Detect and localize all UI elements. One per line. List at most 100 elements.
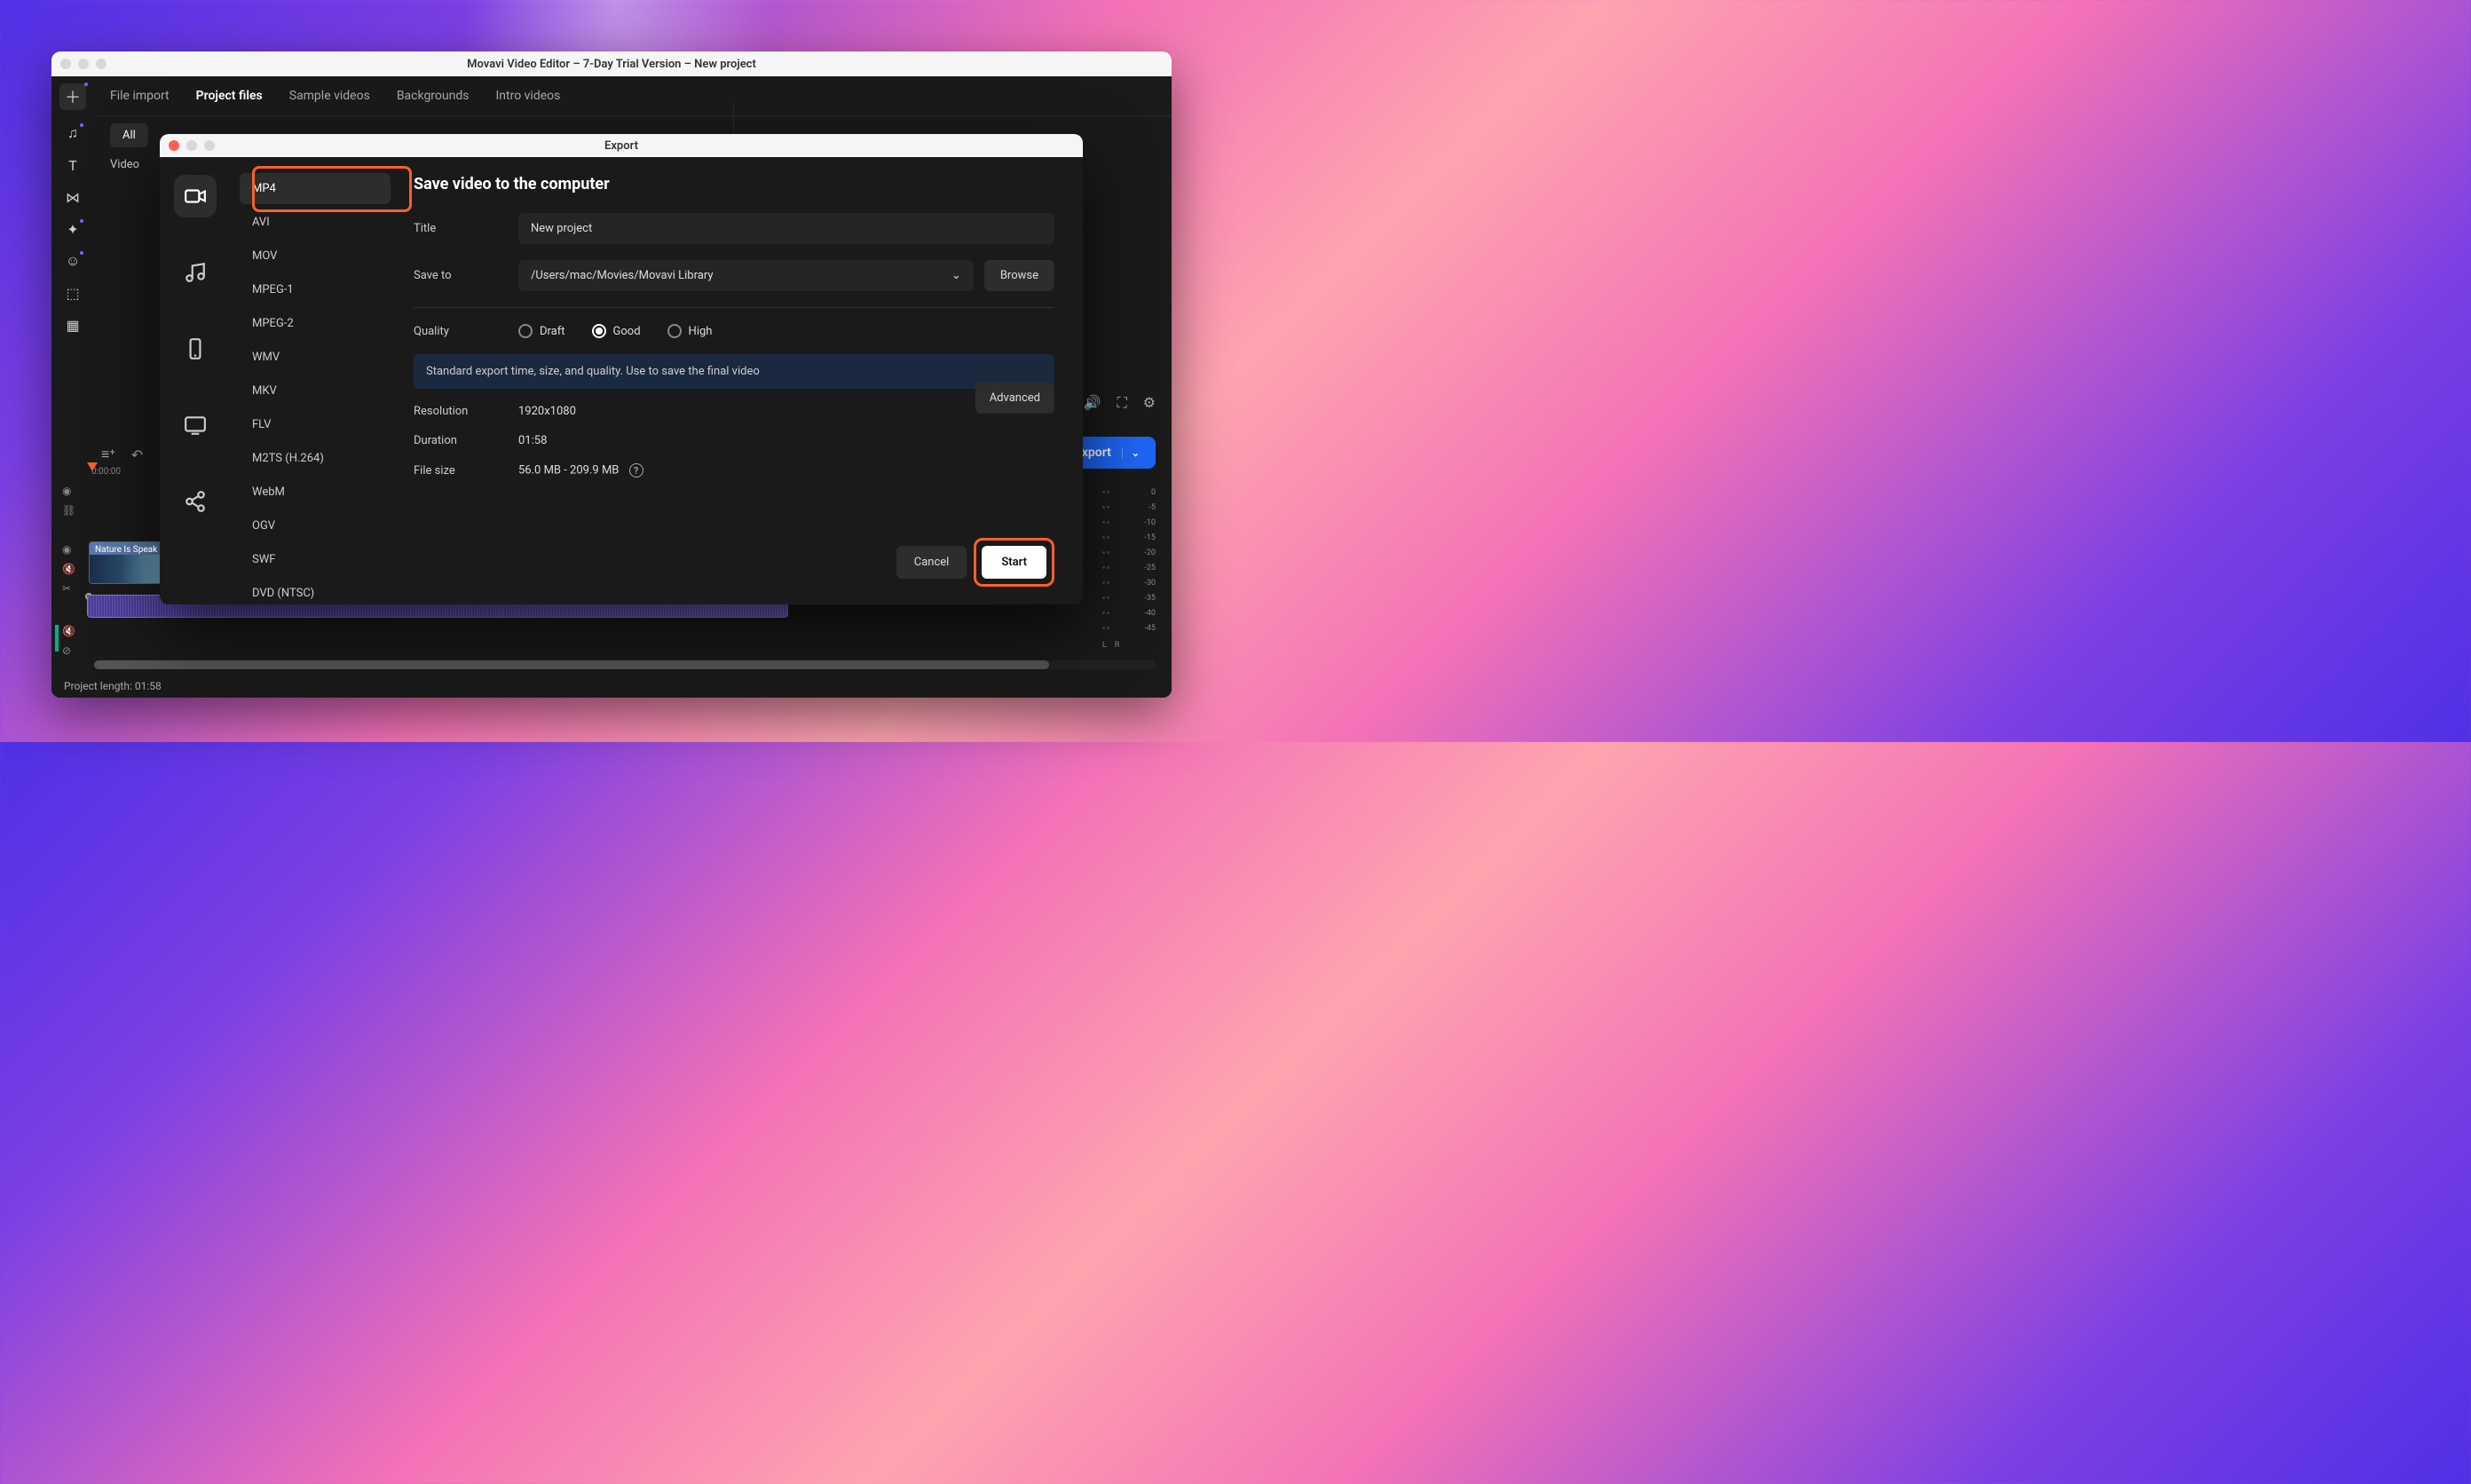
minimize-dot[interactable] — [78, 59, 89, 69]
video-clip[interactable]: Nature Is Speak — [89, 541, 169, 584]
saveto-value: /Users/mac/Movies/Movavi Library — [531, 269, 714, 282]
filesize-label: File size — [414, 464, 518, 478]
format-swf[interactable]: SWF — [240, 544, 391, 575]
link-icon[interactable]: ⛓ — [62, 504, 75, 517]
quality-info: Standard export time, size, and quality.… — [414, 354, 1054, 389]
status-bar: Project length: 01:58 — [51, 675, 1172, 698]
gear-icon[interactable]: ⚙ — [1143, 394, 1156, 412]
format-list: MP4 AVI MOV MPEG-1 MPEG-2 WMV MKV FLV M2… — [231, 157, 399, 604]
format-dvd-ntsc[interactable]: DVD (NTSC) — [240, 578, 391, 604]
export-dialog: Export MP4 AVI MOV MPEG-1 MPEG-2 — [160, 134, 1083, 604]
export-titlebar: Export — [160, 134, 1083, 157]
export-categories — [160, 157, 231, 604]
preview-controls: 🔊 ⛶ ⚙ — [1084, 394, 1156, 412]
track-controls-1: ◉ ⛓ — [62, 485, 75, 517]
fullscreen-icon[interactable]: ⛶ — [1117, 394, 1126, 412]
track-controls-3: 🔇 ⊘ — [62, 625, 75, 657]
quality-label: Quality — [414, 325, 518, 338]
quality-high-radio[interactable]: High — [667, 324, 713, 338]
scrollbar-thumb[interactable] — [94, 660, 1049, 669]
close-dot[interactable] — [60, 59, 71, 69]
format-avi[interactable]: AVI — [240, 207, 391, 238]
quality-draft-label: Draft — [540, 325, 565, 338]
title-label: Title — [414, 222, 518, 235]
duration-value: 01:58 — [518, 434, 547, 447]
resolution-label: Resolution — [414, 405, 518, 418]
crop-icon[interactable]: ✂ — [62, 582, 75, 595]
category-video-icon[interactable] — [174, 175, 217, 217]
saveto-label: Save to — [414, 269, 518, 282]
minimize-dot[interactable] — [186, 140, 197, 151]
download-icon[interactable]: ⬚ — [64, 284, 82, 302]
format-mpeg-1[interactable]: MPEG-1 — [240, 274, 391, 305]
browse-button[interactable]: Browse — [984, 260, 1054, 291]
tab-sample-videos[interactable]: Sample videos — [289, 89, 370, 103]
category-share-icon[interactable] — [174, 480, 217, 523]
timeline-scrollbar[interactable] — [94, 660, 1156, 669]
hide-icon[interactable]: ⊘ — [62, 644, 75, 657]
format-mkv[interactable]: MKV — [240, 375, 391, 407]
info-icon[interactable]: ? — [629, 463, 643, 478]
format-wmv[interactable]: WMV — [240, 342, 391, 373]
format-m2ts[interactable]: M2TS (H.264) — [240, 443, 391, 474]
tab-backgrounds[interactable]: Backgrounds — [397, 89, 470, 103]
format-ogv[interactable]: OGV — [240, 510, 391, 541]
export-settings: Save video to the computer Title Save to… — [399, 157, 1083, 604]
mute-icon[interactable]: 🔇 — [62, 625, 75, 637]
title-input[interactable] — [518, 213, 1054, 244]
format-mpeg-2[interactable]: MPEG-2 — [240, 308, 391, 339]
tab-file-import[interactable]: File import — [110, 89, 170, 103]
clip-title: Nature Is Speak — [95, 545, 157, 555]
quality-good-radio[interactable]: Good — [592, 324, 641, 338]
format-webm[interactable]: WebM — [240, 477, 391, 508]
category-tv-icon[interactable] — [174, 404, 217, 446]
eye-icon[interactable]: ◉ — [62, 543, 75, 556]
sticker-icon[interactable]: ☺ — [64, 252, 82, 270]
cancel-button[interactable]: Cancel — [896, 546, 967, 579]
transition-icon[interactable]: ⋈ — [64, 188, 82, 206]
quality-good-label: Good — [613, 325, 641, 338]
more-icon[interactable]: ▦ — [64, 316, 82, 334]
separator — [414, 307, 1054, 308]
export-heading: Save video to the computer — [414, 175, 1054, 193]
chevron-down-icon[interactable]: ⌄ — [1122, 447, 1140, 459]
volume-icon[interactable]: 🔊 — [1084, 394, 1101, 412]
zoom-dot[interactable] — [96, 59, 107, 69]
tab-project-files[interactable]: Project files — [196, 89, 263, 103]
zoom-dot[interactable] — [204, 140, 215, 151]
app-title: Movavi Video Editor – 7-Day Trial Versio… — [467, 58, 756, 71]
meter-lr-label: L R — [1102, 641, 1156, 650]
quality-draft-radio[interactable]: Draft — [518, 324, 565, 338]
mute-icon[interactable]: 🔇 — [62, 563, 75, 575]
close-icon[interactable] — [169, 140, 179, 151]
track-controls-2: ◉ 🔇 ✂ — [62, 543, 75, 595]
audio-icon[interactable]: ♫ — [64, 124, 82, 142]
tab-intro-videos[interactable]: Intro videos — [495, 89, 560, 103]
traffic-lights — [60, 59, 107, 69]
filesize-value: 56.0 MB - 209.9 MB ? — [518, 463, 643, 478]
audio-meter: 0 -5 -10 -15 -20 -25 -30 -35 -40 -45 L R — [1102, 485, 1156, 650]
format-mov[interactable]: MOV — [240, 241, 391, 272]
effects-icon[interactable]: ✦ — [64, 220, 82, 238]
export-footer: Cancel Start — [896, 538, 1054, 587]
saveto-select[interactable]: /Users/mac/Movies/Movavi Library ⌄ — [518, 260, 974, 291]
start-button[interactable]: Start — [982, 546, 1046, 579]
format-flv[interactable]: FLV — [240, 409, 391, 440]
duration-label: Duration — [414, 434, 518, 447]
export-dialog-title: Export — [604, 139, 638, 153]
filter-all[interactable]: All — [110, 123, 148, 147]
format-mp4[interactable]: MP4 — [240, 173, 391, 204]
quality-high-label: High — [689, 325, 713, 338]
advanced-button[interactable]: Advanced — [975, 383, 1054, 414]
undo-icon[interactable]: ↶ — [131, 446, 143, 463]
add-button[interactable]: ＋ — [59, 83, 86, 110]
project-length-label: Project length: 01:58 — [64, 680, 162, 692]
ruler-start: 0:00:00 — [91, 467, 121, 477]
tool-settings-icon[interactable]: ≡⁺ — [101, 446, 115, 463]
text-icon[interactable]: T — [64, 156, 82, 174]
eye-icon[interactable]: ◉ — [62, 485, 75, 497]
chevron-down-icon: ⌄ — [951, 269, 961, 282]
category-mobile-icon[interactable] — [174, 328, 217, 370]
category-audio-icon[interactable] — [174, 251, 217, 294]
main-titlebar: Movavi Video Editor – 7-Day Trial Versio… — [51, 51, 1172, 76]
